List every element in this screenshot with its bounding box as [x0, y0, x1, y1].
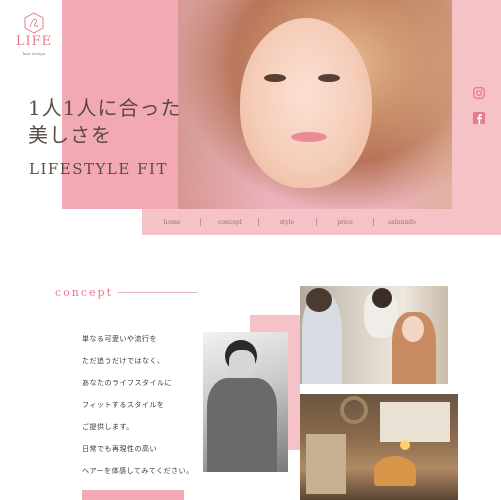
interior-chair: [374, 456, 416, 486]
hero-photo-hair-right: [378, 0, 452, 209]
concept-text-line: ヘアーを体感してみてください。: [82, 467, 194, 475]
nav-separator: [200, 218, 201, 226]
hero-catch-line1: 1人1人に合った: [28, 96, 182, 120]
nav-separator: [258, 218, 259, 226]
hero-photo: [178, 0, 452, 209]
concept-title-line: [118, 292, 198, 293]
nav-saloninfo[interactable]: saloninfo: [376, 209, 428, 235]
logo-name: LIFE: [15, 34, 53, 49]
nav-home[interactable]: home: [148, 209, 196, 235]
stylist-photo-body: [207, 378, 277, 472]
interior-window: [380, 402, 450, 442]
hero-photo-face: [240, 18, 372, 188]
nav-style[interactable]: style: [262, 209, 312, 235]
salon-service-photo: [300, 286, 448, 384]
stylist-photo-face: [229, 350, 255, 378]
hero-photo-lips: [291, 132, 327, 142]
hero-tagline: LIFESTYLE FIT: [29, 160, 168, 178]
hero-photo-eye-left: [264, 74, 286, 82]
concept-more-button[interactable]: [82, 490, 184, 500]
salon-photo-stylist-head: [372, 288, 392, 308]
logo-subtitle: hair design: [22, 51, 46, 56]
concept-text-line: 日常でも再現性の高い: [82, 445, 157, 453]
nav-price[interactable]: price: [320, 209, 370, 235]
instagram-icon[interactable]: [472, 86, 486, 100]
concept-text-line: ご提供します。: [82, 423, 134, 431]
salon-photo-customer-head: [306, 288, 332, 312]
hero-catch-line2: 美しさを: [28, 123, 112, 147]
logo-mark-icon: [24, 12, 44, 34]
interior-lamp: [400, 440, 410, 450]
nav-separator: [316, 218, 317, 226]
concept-text-line: あなたのライフスタイルに: [82, 379, 172, 387]
concept-text-line: 単なる可愛いや流行を: [82, 335, 157, 343]
nav-concept[interactable]: concept: [204, 209, 256, 235]
salon-photo-model-face: [402, 316, 424, 342]
stylist-photo: [203, 332, 288, 472]
concept-title: concept: [55, 286, 113, 299]
hero-photo-eye-right: [318, 74, 340, 82]
logo[interactable]: LIFE hair design: [12, 12, 56, 66]
nav-separator: [373, 218, 374, 226]
concept-text-line: フィットするスタイルを: [82, 401, 165, 409]
interior-wreath: [340, 396, 368, 424]
concept-text-line: ただ追うだけではなく、: [82, 357, 165, 365]
salon-interior-photo: [300, 394, 458, 500]
facebook-icon[interactable]: [472, 111, 486, 125]
interior-shelf: [306, 434, 346, 494]
